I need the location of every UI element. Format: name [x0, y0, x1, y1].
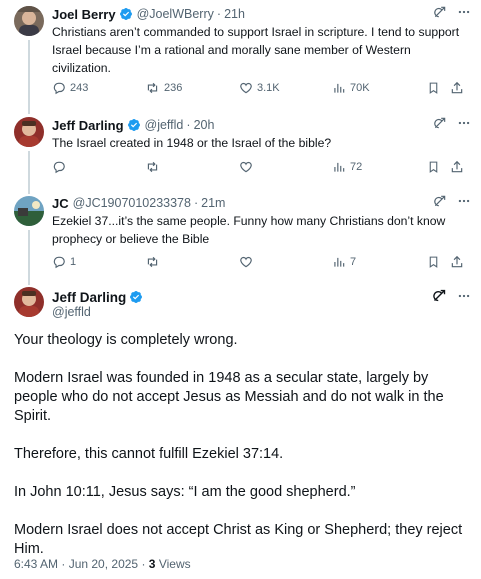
- like-count: 3.1K: [257, 82, 280, 94]
- repost-button[interactable]: [145, 160, 164, 174]
- thread-line: [28, 151, 30, 194]
- repost-icon: [147, 82, 158, 94]
- separator-dot: ·: [141, 557, 146, 571]
- separator-dot: ·: [216, 7, 222, 21]
- tweet-jc-reply[interactable]: JC @JC1907010233378 · 21m Ezekiel 37...i…: [0, 190, 481, 285]
- bookmark-button[interactable]: [427, 255, 440, 269]
- share-button[interactable]: [450, 160, 464, 174]
- author-name[interactable]: Joel Berry: [52, 7, 116, 22]
- separator-dot: ·: [186, 118, 191, 132]
- share-icon: [451, 81, 463, 94]
- views-icon: [334, 162, 345, 172]
- author-name[interactable]: JC: [52, 196, 69, 211]
- separator-dot: ·: [193, 196, 199, 210]
- share-icon: [451, 160, 463, 173]
- avatar[interactable]: [14, 287, 44, 317]
- tweet-meta: 6:43 AM · Jun 20, 2025 · 3 Views: [14, 557, 191, 571]
- reply-button[interactable]: 243: [52, 81, 88, 95]
- paragraph: Modern Israel was founded in 1948 as a s…: [14, 370, 444, 424]
- main-tweet: Jeff Darling @jeffld Your theology is co…: [0, 283, 481, 579]
- grok-icon[interactable]: [432, 288, 447, 303]
- reply-button[interactable]: [52, 160, 70, 174]
- repost-button[interactable]: 236: [145, 81, 182, 95]
- views-count: 72: [350, 161, 363, 173]
- author-handle[interactable]: @jeffld: [52, 305, 91, 319]
- action-bar: 243 236 3.1K 70K: [52, 81, 465, 99]
- thread-line: [28, 40, 30, 114]
- views-icon: [334, 257, 345, 267]
- action-bar: 1 7: [52, 255, 465, 273]
- timestamp[interactable]: 21h: [224, 7, 245, 21]
- paragraph: Modern Israel does not accept Christ as …: [14, 522, 463, 557]
- views-button[interactable]: 70K: [332, 81, 370, 95]
- action-bar: 72: [52, 160, 465, 178]
- grok-icon[interactable]: [433, 194, 447, 208]
- timestamp[interactable]: 21m: [201, 196, 225, 210]
- bookmark-button[interactable]: [427, 160, 440, 174]
- avatar[interactable]: [14, 6, 44, 36]
- tweet-text: The Israel created in 1948 or the Israel…: [52, 136, 332, 150]
- reply-count: 1: [70, 256, 77, 268]
- tweet-jeff-darling-reply[interactable]: Jeff Darling @jeffld · 20h The Israel cr…: [0, 110, 481, 194]
- views-icon: [334, 83, 345, 93]
- repost-icon: [147, 161, 158, 173]
- more-icon[interactable]: [457, 116, 471, 130]
- views-button[interactable]: 7: [332, 255, 356, 269]
- share-icon: [451, 255, 463, 268]
- reply-icon: [53, 256, 65, 269]
- share-button[interactable]: [450, 255, 464, 269]
- more-icon[interactable]: [457, 194, 471, 208]
- paragraph: Therefore, this cannot fulfill Ezekiel 3…: [14, 446, 284, 462]
- views-count: 3: [148, 557, 156, 571]
- repost-button[interactable]: [145, 255, 164, 269]
- paragraph: Your theology is completely wrong.: [14, 332, 238, 348]
- grok-icon[interactable]: [433, 116, 447, 130]
- tweet-text: Ezekiel 37...it’s the same people. Funny…: [52, 214, 446, 246]
- tweet-text: Christians aren’t commanded to support I…: [52, 25, 460, 75]
- author-name[interactable]: Jeff Darling: [52, 290, 126, 305]
- bookmark-icon: [429, 82, 438, 94]
- paragraph: In John 10:11, Jesus says: “I am the goo…: [14, 484, 356, 500]
- like-button[interactable]: [239, 160, 257, 174]
- tweet-joel-berry[interactable]: Joel Berry @JoelWBerry · 21h Christians …: [0, 0, 481, 114]
- timestamp[interactable]: 6:43 AM · Jun 20, 2025: [14, 557, 138, 571]
- like-icon: [240, 256, 252, 268]
- verified-icon: [119, 8, 132, 20]
- views-label: Views: [158, 557, 191, 571]
- views-count: 7: [350, 256, 357, 268]
- verified-icon: [127, 119, 140, 131]
- bookmark-icon: [429, 161, 438, 173]
- author-handle[interactable]: @JoelWBerry: [137, 7, 214, 21]
- reply-button[interactable]: 1: [52, 255, 76, 269]
- reply-count: 243: [70, 82, 89, 94]
- thread-line: [28, 230, 30, 285]
- tweet-text: Your theology is completely wrong. Moder…: [14, 331, 467, 559]
- views-button[interactable]: 72: [332, 160, 362, 174]
- verified-icon: [130, 291, 143, 303]
- like-button[interactable]: [239, 255, 257, 269]
- avatar[interactable]: [14, 117, 44, 147]
- avatar[interactable]: [14, 196, 44, 226]
- repost-count: 236: [164, 82, 183, 94]
- like-icon: [240, 161, 252, 173]
- like-icon: [240, 82, 252, 94]
- reply-icon: [53, 161, 65, 174]
- more-icon[interactable]: [457, 5, 471, 19]
- timestamp[interactable]: 20h: [194, 118, 215, 132]
- share-button[interactable]: [450, 81, 464, 95]
- bookmark-button[interactable]: [427, 81, 440, 95]
- reply-icon: [53, 82, 65, 95]
- bookmark-icon: [429, 256, 438, 268]
- like-button[interactable]: 3.1K: [239, 81, 280, 95]
- grok-icon[interactable]: [433, 5, 447, 19]
- author-handle[interactable]: @jeffld: [145, 118, 184, 132]
- author-handle[interactable]: @JC1907010233378: [73, 196, 191, 210]
- author-name[interactable]: Jeff Darling: [52, 118, 124, 133]
- more-icon[interactable]: [457, 289, 471, 303]
- views-count: 70K: [350, 82, 370, 94]
- repost-icon: [147, 256, 158, 268]
